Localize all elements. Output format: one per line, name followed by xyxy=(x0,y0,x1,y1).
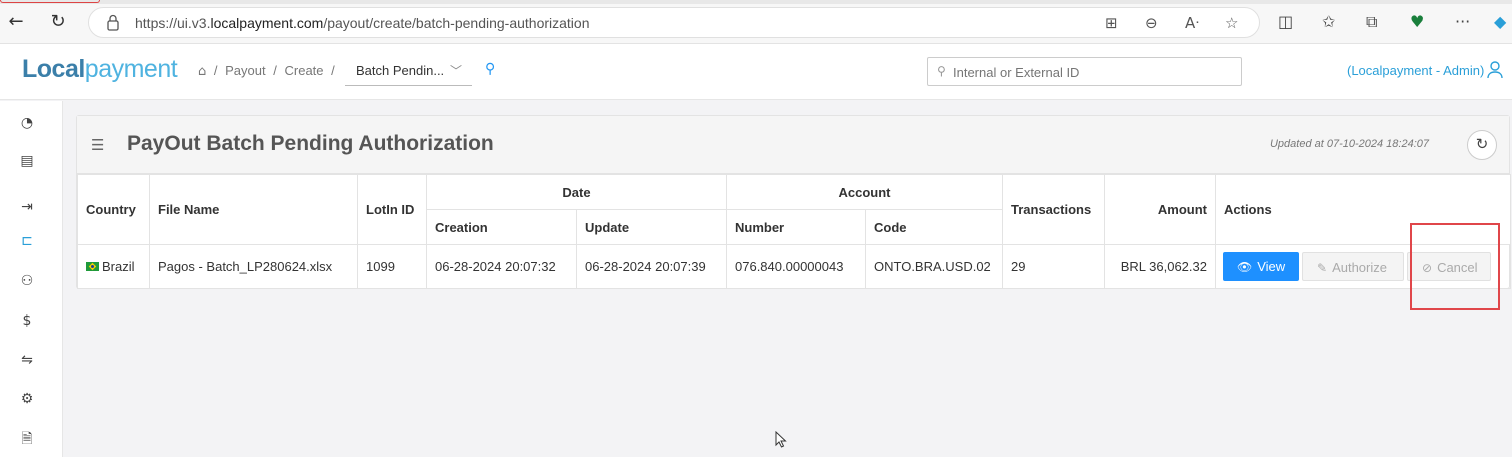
localpayment-logo[interactable]: Localpayment xyxy=(22,55,178,84)
address-bar[interactable]: https://ui.v3.localpayment.com/payout/cr… xyxy=(88,7,1260,38)
active-tab-edge[interactable] xyxy=(0,0,100,3)
breadcrumb-current-label: Batch Pendin... xyxy=(356,63,445,78)
reload-icon[interactable]: ↻ xyxy=(46,10,70,34)
money-icon[interactable]: $ xyxy=(18,312,36,330)
more-options-icon[interactable]: ··· xyxy=(1455,12,1470,31)
page-title: PayOut Batch Pending Authorization xyxy=(127,132,494,155)
settings-gear-icon[interactable]: ⚙ xyxy=(18,390,36,408)
col-amount: Amount xyxy=(1104,174,1216,245)
breadcrumb-payout[interactable]: Payout xyxy=(225,63,265,78)
updated-timestamp: Updated at 07-10-2024 18:24:07 xyxy=(1269,138,1429,150)
user-name[interactable]: (Localpayment - Admin) xyxy=(1347,63,1484,78)
split-screen-icon[interactable]: ◫ xyxy=(1278,12,1293,31)
refresh-button[interactable]: ↻ xyxy=(1467,130,1497,160)
id-search-input[interactable] xyxy=(953,62,1233,82)
col-country: Country xyxy=(77,174,150,245)
payout-icon[interactable]: ⊏ xyxy=(18,232,36,250)
search-icon[interactable]: ⚲ xyxy=(485,61,495,77)
zoom-icon[interactable]: ⊖ xyxy=(1145,14,1158,32)
copilot-icon[interactable]: ◆ xyxy=(1494,12,1506,31)
back-icon[interactable]: ← xyxy=(4,10,28,34)
cell-lot-id: 1099 xyxy=(357,244,427,289)
col-number: Number xyxy=(726,209,866,245)
breadcrumb: ⌂ / Payout / Create / xyxy=(198,63,335,79)
favorites-icon[interactable]: ✩ xyxy=(1322,12,1335,31)
favorite-star-icon[interactable]: ☆ xyxy=(1225,14,1238,32)
cell-creation: 06-28-2024 20:07:32 xyxy=(426,244,577,289)
users-icon[interactable]: ⚇ xyxy=(18,272,36,290)
col-transactions: Transactions xyxy=(1002,174,1105,245)
cell-code: ONTO.BRA.USD.02 xyxy=(865,244,1003,289)
transfer-icon[interactable]: ⇋ xyxy=(18,351,36,369)
brazil-flag-icon xyxy=(86,262,99,271)
cell-amount: BRL 36,062.32 xyxy=(1104,244,1216,289)
home-icon[interactable]: ⌂ xyxy=(198,64,206,79)
report-icon[interactable]: ▤ xyxy=(18,152,36,170)
browser-toolbar: ← ↻ https://ui.v3.localpayment.com/payou… xyxy=(0,0,1512,44)
authorize-button[interactable]: ✎ Authorize xyxy=(1302,252,1404,281)
batch-table: Country File Name LotIn ID Date Account … xyxy=(77,174,1511,289)
col-date-group: Date xyxy=(426,174,727,210)
url-text: https://ui.v3.localpayment.com/payout/cr… xyxy=(135,15,590,31)
col-file-name: File Name xyxy=(149,174,358,245)
cell-update: 06-28-2024 20:07:39 xyxy=(576,244,727,289)
read-aloud-icon[interactable]: Aᐧ xyxy=(1185,14,1199,32)
view-button[interactable]: 👁 View xyxy=(1223,252,1299,281)
cell-number: 076.840.00000043 xyxy=(726,244,866,289)
breadcrumb-page-select[interactable]: Batch Pendin... ﹀ xyxy=(345,56,472,86)
collections-icon[interactable]: ⧉ xyxy=(1366,12,1377,32)
pencil-icon: ✎ xyxy=(1317,261,1328,275)
browser-essentials-icon[interactable]: ♥ xyxy=(1410,12,1424,31)
col-lot-id: LotIn ID xyxy=(357,174,427,245)
sidebar: ◔ ▤ ⇥ ⊏ ⚇ $ ⇋ ⚙ 🗎 xyxy=(0,101,63,457)
tab-strip xyxy=(0,0,1512,4)
app-header: Localpayment ⌂ / Payout / Create / Batch… xyxy=(0,44,1512,100)
dashboard-icon[interactable]: ◔ xyxy=(18,114,36,132)
table-row: Brazil Pagos - Batch_LP280624.xlsx 1099 … xyxy=(77,244,1511,289)
col-code: Code xyxy=(865,209,1003,245)
document-icon[interactable]: 🗎 xyxy=(18,430,36,448)
search-icon: ⚲ xyxy=(937,64,946,78)
lock-icon xyxy=(107,14,119,31)
mouse-cursor-icon xyxy=(775,431,787,448)
cell-transactions: 29 xyxy=(1002,244,1105,289)
app-grid-icon[interactable]: ⊞ xyxy=(1105,14,1118,32)
chevron-down-icon: ﹀ xyxy=(449,64,462,78)
col-update: Update xyxy=(576,209,727,245)
batch-card: ☰ PayOut Batch Pending Authorization Upd… xyxy=(76,115,1511,289)
breadcrumb-create[interactable]: Create xyxy=(285,63,324,78)
user-icon[interactable] xyxy=(1487,61,1503,79)
card-header: ☰ PayOut Batch Pending Authorization Upd… xyxy=(77,116,1509,174)
payin-icon[interactable]: ⇥ xyxy=(18,198,36,216)
menu-toggle-icon[interactable]: ☰ xyxy=(91,136,104,154)
cell-file-name: Pagos - Batch_LP280624.xlsx xyxy=(149,244,358,289)
cell-country: Brazil xyxy=(77,244,150,289)
col-account-group: Account xyxy=(726,174,1003,210)
annotation-highlight-box xyxy=(1410,223,1500,310)
col-creation: Creation xyxy=(426,209,577,245)
id-search-field[interactable]: ⚲ xyxy=(927,57,1242,86)
eye-icon: 👁 xyxy=(1237,260,1253,274)
